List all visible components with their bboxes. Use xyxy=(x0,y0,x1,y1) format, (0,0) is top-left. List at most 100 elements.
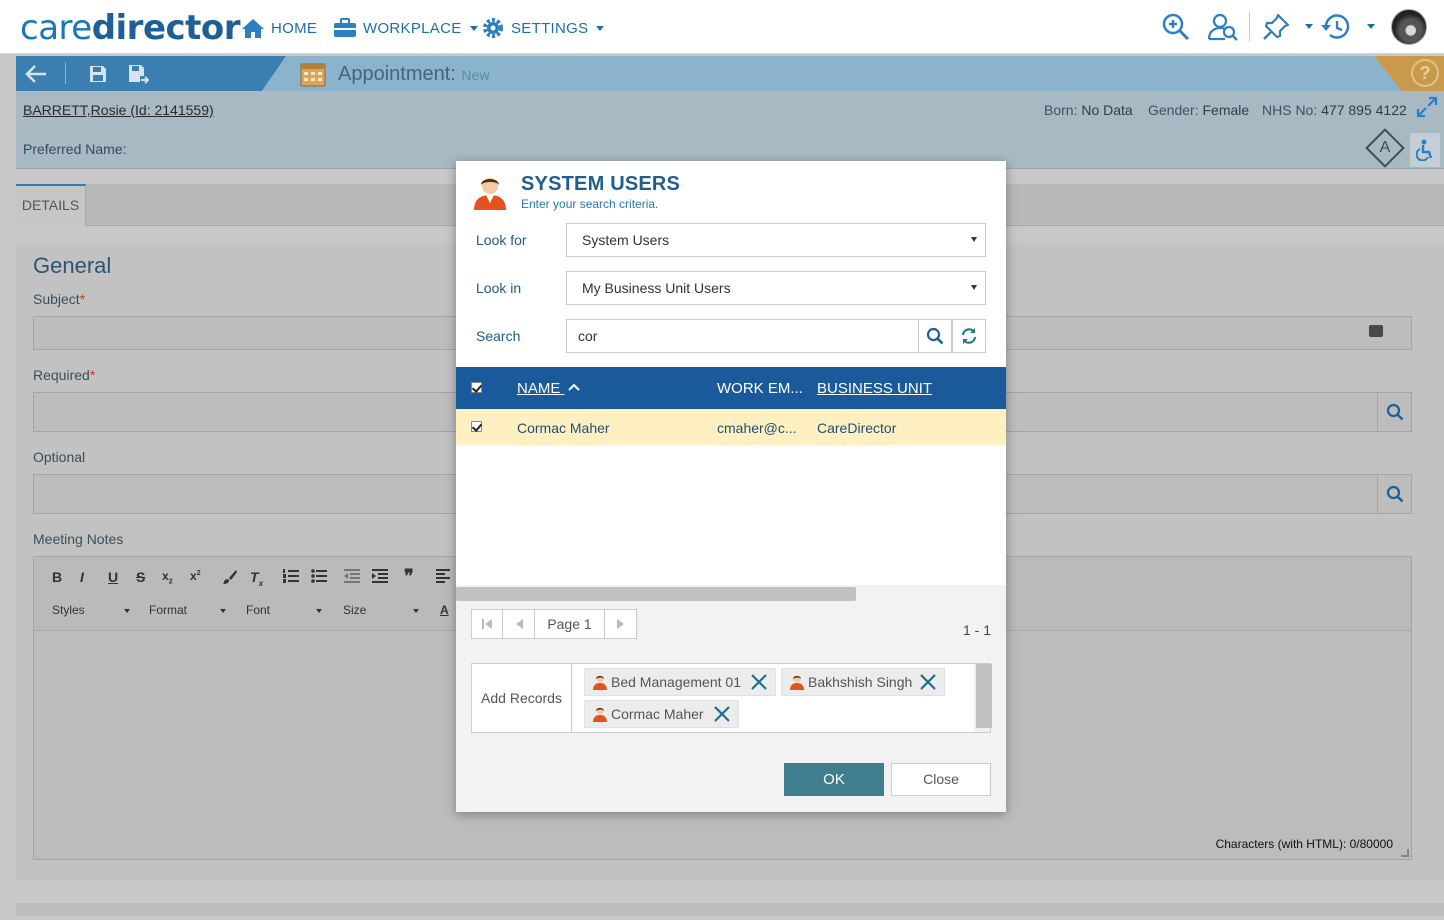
previous-page-button[interactable] xyxy=(503,610,535,638)
format-dropdown[interactable]: Format xyxy=(149,603,229,617)
chevron-down-icon xyxy=(124,609,130,613)
outdent-icon[interactable] xyxy=(344,569,360,586)
zoom-in-icon[interactable] xyxy=(1160,10,1192,44)
column-name-label: NAME xyxy=(517,380,561,397)
logo-part-care: care xyxy=(20,8,92,48)
indent-icon[interactable] xyxy=(372,569,388,586)
help-icon[interactable]: ? xyxy=(1411,59,1439,87)
chevron-down-icon[interactable] xyxy=(1305,24,1313,29)
bold-button[interactable]: B xyxy=(52,569,62,585)
search-label: Search xyxy=(476,328,521,344)
lookup-button[interactable] xyxy=(1377,393,1411,431)
born-label: Born: xyxy=(1044,102,1078,118)
calendar-icon xyxy=(300,61,326,90)
table-row[interactable]: Cormac Maher cmaher@c... CareDirector xyxy=(456,409,1006,445)
resize-grip-icon[interactable] xyxy=(1401,849,1409,857)
italic-button[interactable]: I xyxy=(80,569,84,585)
scrollbar-thumb[interactable] xyxy=(456,587,856,601)
strike-button[interactable]: S xyxy=(136,569,145,585)
scrollbar-thumb[interactable] xyxy=(976,664,992,728)
styles-dropdown[interactable]: Styles xyxy=(52,603,132,617)
nav-workplace-label: WORKPLACE xyxy=(363,19,462,37)
meeting-notes-label: Meeting Notes xyxy=(33,531,124,547)
previous-page-icon xyxy=(515,619,523,629)
blockquote-icon[interactable]: ❞ xyxy=(404,566,414,587)
refresh-button[interactable] xyxy=(952,319,986,353)
chevron-down-icon xyxy=(220,609,226,613)
ok-button[interactable]: OK xyxy=(784,763,884,796)
alert-diamond-icon[interactable]: A xyxy=(1365,128,1405,168)
search-button[interactable] xyxy=(918,319,952,353)
close-button[interactable]: Close xyxy=(891,763,991,796)
size-dropdown[interactable]: Size xyxy=(343,603,423,617)
superscript-icon[interactable]: x2 xyxy=(190,569,201,583)
nav-home[interactable]: HOME xyxy=(241,15,317,41)
nav-workplace[interactable]: WORKPLACE xyxy=(333,15,478,41)
underline-button[interactable]: U xyxy=(108,569,118,585)
record-title-text: Appointment: xyxy=(338,63,456,85)
chevron-down-icon[interactable] xyxy=(1367,24,1375,29)
remove-icon[interactable] xyxy=(714,706,730,722)
back-arrow-icon[interactable] xyxy=(24,62,48,86)
dialog-subtitle: Enter your search criteria. xyxy=(521,197,659,211)
record-actions-tab xyxy=(16,56,286,91)
remove-icon[interactable] xyxy=(920,674,936,690)
chip-label: Cormac Maher xyxy=(611,706,704,722)
select-all-checkbox[interactable] xyxy=(471,382,482,393)
page-indicator: Page 1 xyxy=(535,610,605,638)
user-search-icon[interactable] xyxy=(1207,10,1239,44)
required-label: Required* xyxy=(33,367,95,383)
expand-icon[interactable] xyxy=(1416,96,1438,121)
briefcase-icon xyxy=(333,17,357,39)
chevron-down-icon xyxy=(316,609,322,613)
vertical-scrollbar[interactable] xyxy=(974,664,992,732)
save-and-close-icon[interactable] xyxy=(126,62,150,86)
next-page-button[interactable] xyxy=(605,610,636,638)
text-color-icon[interactable]: A xyxy=(440,603,449,617)
search-icon xyxy=(1386,403,1403,421)
font-dropdown[interactable]: Font xyxy=(246,603,326,617)
record-status: New xyxy=(461,67,490,83)
more-icon[interactable] xyxy=(1369,325,1383,337)
subject-label-text: Subject xyxy=(33,291,80,307)
look-in-select[interactable]: My Business Unit Users xyxy=(566,271,986,305)
results-grid-header: NAME WORK EM... BUSINESS UNIT xyxy=(456,367,1006,409)
home-icon xyxy=(241,17,265,39)
column-work-email[interactable]: WORK EM... xyxy=(717,380,803,397)
save-icon[interactable] xyxy=(86,62,110,86)
nhs-label: NHS No: xyxy=(1262,102,1318,118)
remove-icon[interactable] xyxy=(751,674,767,690)
bullet-list-icon[interactable] xyxy=(311,569,327,586)
lookup-button[interactable] xyxy=(1377,475,1411,513)
horizontal-scrollbar[interactable] xyxy=(456,585,1006,603)
logo-part-director: director xyxy=(91,8,241,48)
column-name[interactable]: NAME xyxy=(517,380,580,397)
search-input[interactable] xyxy=(566,319,918,353)
first-page-button[interactable] xyxy=(472,610,503,638)
tab-details[interactable]: DETAILS xyxy=(16,184,86,226)
results-grid: Cormac Maher cmaher@c... CareDirector xyxy=(456,409,1006,585)
user-avatar[interactable] xyxy=(1391,9,1427,45)
pin-icon[interactable] xyxy=(1260,10,1292,44)
chevron-down-icon xyxy=(413,609,419,613)
column-business-unit[interactable]: BUSINESS UNIT xyxy=(817,380,932,397)
numbered-list-icon[interactable] xyxy=(283,569,299,586)
align-left-icon[interactable] xyxy=(436,569,450,586)
look-for-select[interactable]: System Users xyxy=(566,223,986,257)
nav-settings-label: SETTINGS xyxy=(511,19,589,37)
gender-value: Female xyxy=(1202,102,1250,118)
row-business-unit: CareDirector xyxy=(817,420,897,436)
brush-icon[interactable] xyxy=(222,569,238,588)
preferred-name-label: Preferred Name: xyxy=(23,141,127,157)
nav-settings[interactable]: SETTINGS xyxy=(481,15,605,41)
clear-format-icon[interactable]: Tx xyxy=(250,569,263,588)
patient-name-link[interactable]: BARRETT,Rosie (Id: 2141559) xyxy=(23,102,214,118)
look-for-label: Look for xyxy=(476,232,527,248)
caredirector-logo[interactable]: caredirector xyxy=(20,8,241,48)
row-checkbox[interactable] xyxy=(471,421,482,432)
wheelchair-icon[interactable] xyxy=(1410,133,1440,167)
format-label: Format xyxy=(149,603,188,617)
dialog-title: SYSTEM USERS xyxy=(521,173,681,195)
history-icon[interactable] xyxy=(1320,10,1352,44)
subscript-icon[interactable]: x2 xyxy=(162,569,173,585)
